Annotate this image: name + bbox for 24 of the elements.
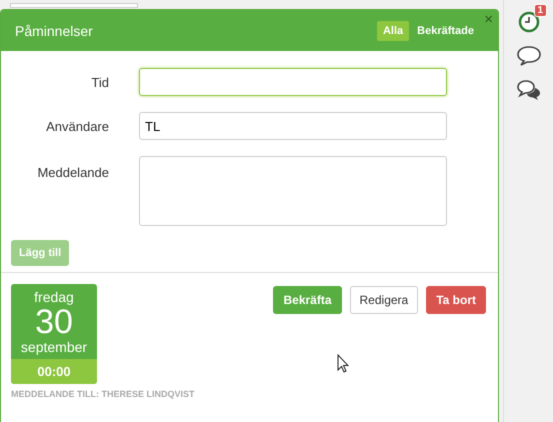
field-label: Meddelande (36, 164, 109, 180)
clock-icon[interactable] (518, 11, 540, 33)
input-field[interactable] (10, 3, 138, 8)
month-text: september (20, 339, 88, 355)
field-label: Användare (45, 118, 109, 134)
weekday-text: fredag (34, 289, 74, 305)
close-button[interactable]: × (481, 12, 496, 27)
speech-bubble-icon[interactable] (516, 45, 542, 67)
edit-button[interactable]: Redigera (350, 286, 418, 314)
day-number: 30 (35, 305, 73, 339)
chat-bubbles-icon[interactable] (516, 79, 542, 101)
notification-badge: 1 (534, 4, 548, 17)
filter-tab[interactable]: Alla (376, 20, 410, 40)
confirm-button[interactable]: Bekräfta (273, 286, 342, 314)
input-field[interactable]: TL (139, 112, 447, 140)
panel-title: Påminnelser (15, 22, 94, 38)
recipient-text: MEDDELANDE TILL: THERESE LINDQVIST (11, 389, 196, 399)
field-label: Tid (90, 74, 109, 90)
filter-tab[interactable]: Bekräftade (411, 20, 480, 40)
time-text: 00:00 (11, 359, 97, 384)
delete-button[interactable]: Ta bort (426, 286, 486, 314)
pointer-icon (337, 354, 349, 373)
input-field[interactable] (139, 68, 447, 96)
message-field[interactable] (139, 156, 447, 226)
